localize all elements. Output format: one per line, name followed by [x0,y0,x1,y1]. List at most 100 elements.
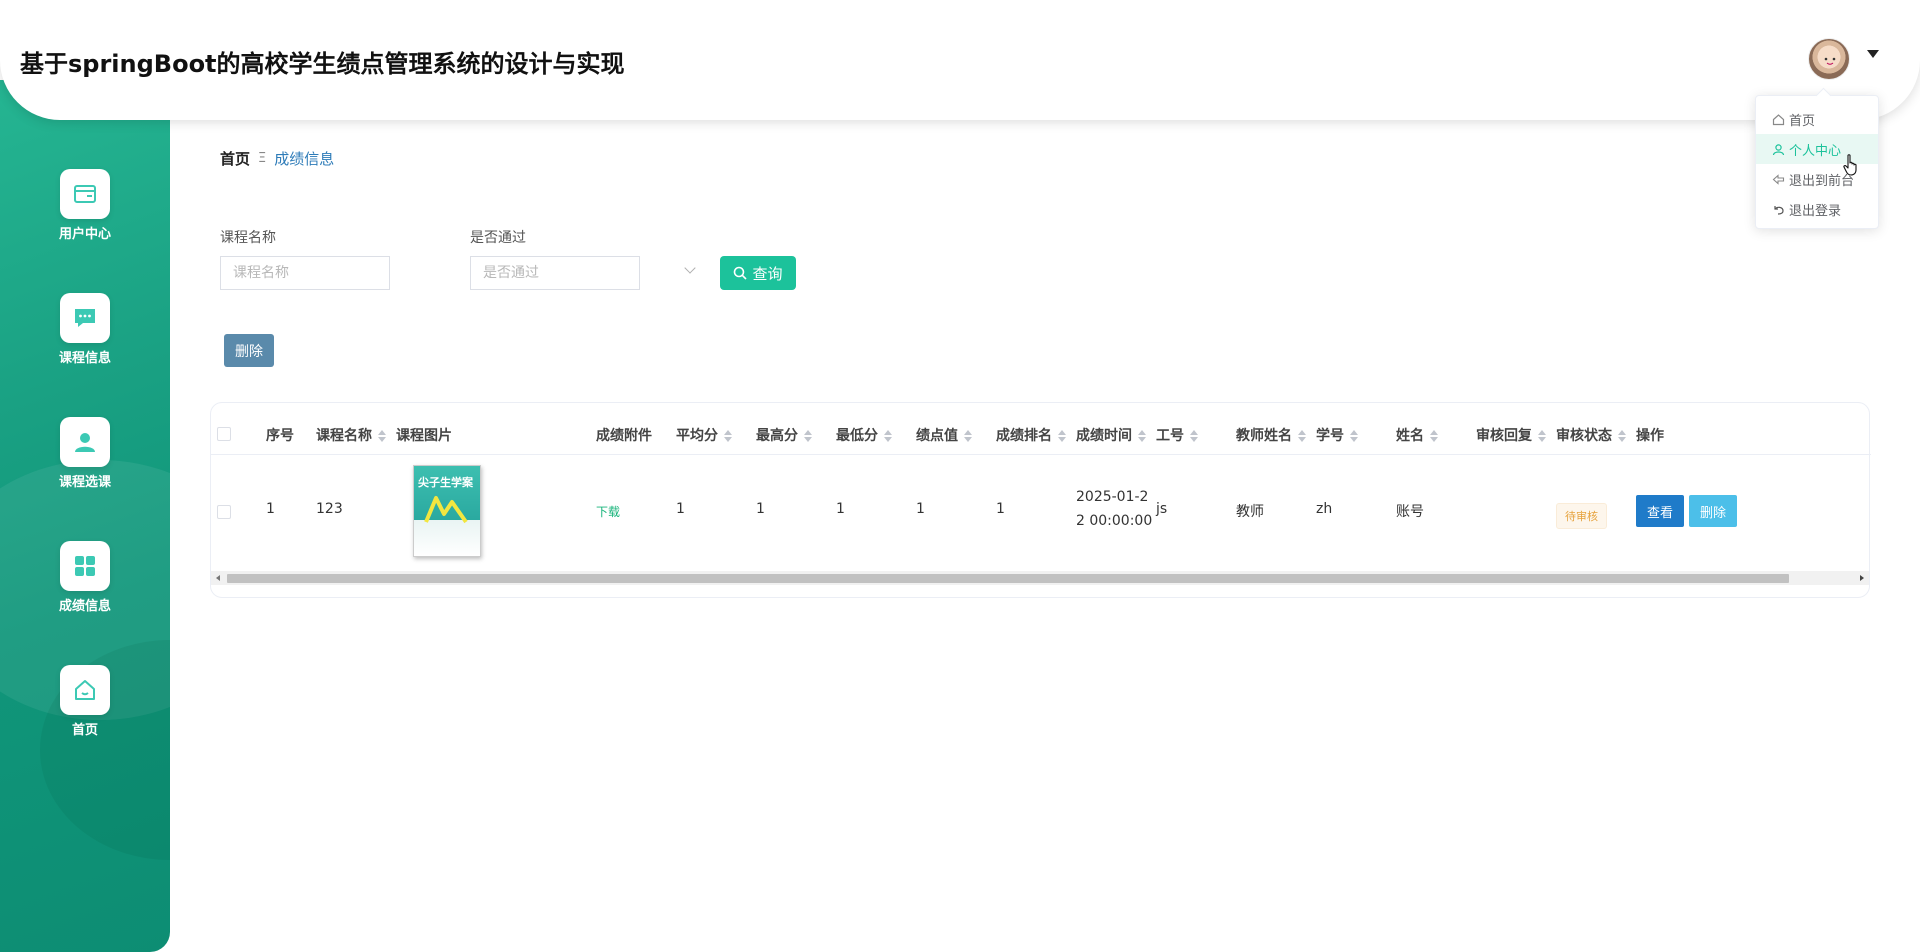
cell-course: 123 [316,501,343,517]
cell-time-line2: 2 00:00:00 [1076,513,1153,529]
sidebar-item-label: 课程选课 [58,475,111,490]
batch-delete-button[interactable]: 删除 [224,334,274,367]
cell-max: 1 [756,501,765,517]
cell-avg: 1 [676,501,685,517]
sort-icon[interactable] [884,430,892,442]
col-header[interactable]: 成绩排名 [996,425,1066,445]
user-icon [75,433,95,452]
col-header[interactable]: 最低分 [836,425,892,445]
sidebar-item-home[interactable]: 首页 [50,665,120,738]
pass-status-select[interactable] [470,256,640,290]
search-button-label: 查询 [752,265,783,283]
app-title: 基于springBoot的高校学生绩点管理系统的设计与实现 [20,50,625,78]
caret-down-icon[interactable] [1867,50,1879,58]
sidebar-item-course-select[interactable]: 课程选课 [50,417,120,490]
menu-item-label: 首页 [1789,113,1816,129]
sort-icon[interactable] [724,430,732,442]
course-image[interactable]: 尖子生学案 [413,465,481,557]
row-delete-button[interactable]: 删除 [1689,495,1737,527]
status-badge: 待审核 [1556,503,1607,529]
col-header[interactable]: 教师姓名 [1236,425,1306,445]
menu-item-label: 退出登录 [1789,203,1842,219]
sort-icon[interactable] [1190,430,1198,442]
cell-time-line1: 2025-01-2 [1076,489,1149,505]
row-checkbox[interactable] [217,505,231,519]
col-header[interactable]: 课程名称 [316,425,386,445]
menu-item-label: 个人中心 [1789,143,1842,159]
undo-icon [1774,205,1784,215]
sort-icon[interactable] [964,430,972,442]
col-header: 操作 [1636,428,1664,444]
col-header[interactable]: 工号 [1156,425,1198,445]
col-header: 成绩附件 [596,428,652,444]
sort-icon[interactable] [1430,430,1438,442]
col-header[interactable]: 审核状态 [1556,425,1626,445]
sidebar: 用户中心 课程信息 课程选课 成绩信息 首页 [0,80,170,952]
sidebar-item-label: 课程信息 [58,351,111,366]
col-header[interactable]: 学号 [1316,425,1358,445]
breadcrumb-separator: Ξ [258,151,267,166]
cell-gpa: 1 [916,501,925,517]
user-icon [1772,143,1785,155]
pass-status-label: 是否通过 [470,230,526,246]
col-header[interactable]: 最高分 [756,425,812,445]
breadcrumb: 首页 Ξ 成绩信息 [220,148,334,169]
table-header: 序号 课程名称 课程图片 成绩附件 平均分 最高分 最低分 绩点值 成绩排名 成… [211,403,1871,455]
scroll-right-icon[interactable] [1860,575,1864,581]
col-header[interactable]: 成绩时间 [1076,425,1146,445]
card-icon [74,185,96,203]
sort-icon[interactable] [804,430,812,442]
grid-icon [75,556,95,576]
cell-student-name: 账号 [1396,504,1424,520]
course-name-label: 课程名称 [220,230,276,246]
sort-icon[interactable] [1538,430,1546,442]
search-icon [734,266,748,280]
sort-icon[interactable] [1138,430,1146,442]
scroll-left-icon[interactable] [216,575,220,581]
sort-icon[interactable] [1058,430,1066,442]
scrollbar-thumb[interactable] [227,574,1789,583]
col-header[interactable]: 绩点值 [916,425,972,445]
col-header: 序号 [266,428,294,444]
menu-item-home[interactable]: 首页 [1756,104,1878,134]
sort-icon[interactable] [1298,430,1306,442]
top-header: 基于springBoot的高校学生绩点管理系统的设计与实现 [0,0,1920,120]
sidebar-item-label: 首页 [71,723,98,738]
user-avatar[interactable] [1808,38,1850,80]
mountain-graphic-icon [424,496,468,524]
cell-index: 1 [266,501,275,517]
sidebar-item-grades[interactable]: 成绩信息 [50,541,120,614]
horizontal-scrollbar[interactable] [211,571,1869,585]
col-header[interactable]: 平均分 [676,425,732,445]
grades-table: 序号 课程名称 课程图片 成绩附件 平均分 最高分 最低分 绩点值 成绩排名 成… [210,402,1871,598]
search-button[interactable]: 查询 [720,256,796,290]
table-row: 1 123 尖子生学案 下载 1 1 1 1 1 2025-01-2 2 00:… [211,455,1871,571]
cell-teacher-id: js [1156,501,1168,517]
sidebar-item-label: 用户中心 [58,227,111,242]
sort-icon[interactable] [378,430,386,442]
breadcrumb-home[interactable]: 首页 [220,148,250,169]
hand-cursor-icon [1843,154,1857,176]
sort-icon[interactable] [1350,430,1358,442]
menu-item-logout[interactable]: 退出登录 [1756,194,1878,224]
sort-icon[interactable] [1618,430,1626,442]
chevron-down-icon [684,262,696,274]
course-name-input[interactable] [220,256,390,290]
attachment-download-link[interactable]: 下载 [596,503,620,520]
arrow-left-icon [1772,173,1785,185]
chat-icon [75,309,95,327]
face-icon [1824,57,1836,65]
home-icon [75,680,95,700]
sidebar-item-course-info[interactable]: 课程信息 [50,293,120,366]
col-header[interactable]: 姓名 [1396,425,1438,445]
sidebar-item-user-center[interactable]: 用户中心 [50,169,120,242]
breadcrumb-current: 成绩信息 [274,150,335,168]
select-all-checkbox[interactable] [217,427,231,441]
cell-min: 1 [836,501,845,517]
home-icon [1772,113,1785,125]
course-image-title: 尖子生学案 [418,476,473,489]
cell-teacher-name: 教师 [1236,504,1264,520]
view-button[interactable]: 查看 [1636,495,1684,527]
col-header: 课程图片 [396,428,452,444]
col-header[interactable]: 审核回复 [1476,425,1546,445]
